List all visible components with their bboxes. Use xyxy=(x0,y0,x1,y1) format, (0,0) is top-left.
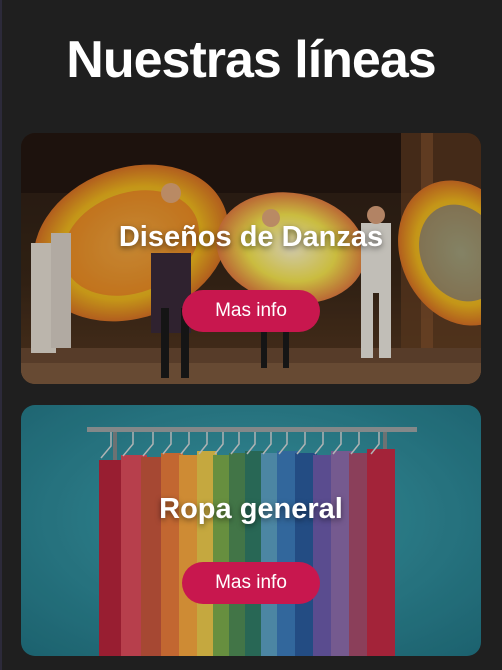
page-left-border xyxy=(0,0,2,670)
card-general-clothing[interactable]: Ropa general Mas info xyxy=(21,405,481,656)
card-content: Diseños de Danzas Mas info xyxy=(21,133,481,384)
card-title: Diseños de Danzas xyxy=(118,221,384,253)
more-info-button[interactable]: Mas info xyxy=(182,290,320,332)
card-content: Ropa general Mas info xyxy=(21,405,481,656)
card-dance-designs[interactable]: Diseños de Danzas Mas info xyxy=(21,133,481,384)
page-title: Nuestras líneas xyxy=(66,31,436,89)
card-title: Ropa general xyxy=(159,493,343,525)
more-info-button[interactable]: Mas info xyxy=(182,562,320,604)
